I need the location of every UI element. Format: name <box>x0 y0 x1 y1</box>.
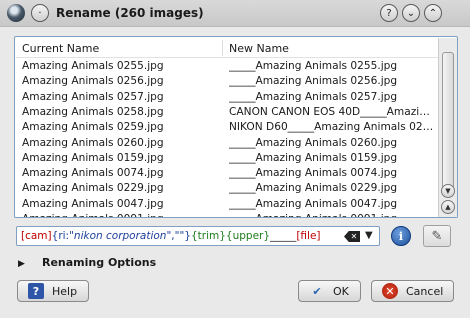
current-name-cell: Amazing Animals 0259.jpg <box>22 121 164 134</box>
question-icon: ? <box>386 7 392 19</box>
help-book-icon: ? <box>28 283 44 299</box>
new-name-cell: _____Amazing Animals 0091.jpg <box>229 213 435 217</box>
column-header-new[interactable]: New Name <box>229 42 289 55</box>
vertical-scrollbar[interactable]: ▼ ▲ <box>438 38 457 217</box>
current-name-cell: Amazing Animals 0260.jpg <box>22 136 164 149</box>
table-row[interactable]: Amazing Animals 0255.jpg _____Amazing Ani… <box>16 59 438 74</box>
current-name-cell: Amazing Animals 0258.jpg <box>22 105 164 118</box>
chevron-down-icon[interactable]: ▼ <box>365 230 373 241</box>
table-row[interactable]: Amazing Animals 0047.jpg _____Amazing Ani… <box>16 197 438 212</box>
table-row[interactable]: Amazing Animals 0091.jpg _____Amazing Ani… <box>16 212 438 217</box>
help-button[interactable]: ? Help <box>17 280 89 302</box>
edit-pattern-button[interactable]: ✎ <box>423 225 451 247</box>
new-name-cell: _____Amazing Animals 0047.jpg <box>229 197 398 210</box>
chevron-down-icon: ▼ <box>445 187 451 195</box>
rename-list[interactable]: Current Name New Name Amazing Animals 02… <box>14 36 458 218</box>
app-icon[interactable] <box>7 4 25 22</box>
pattern-text[interactable]: [cam]{ri:"nikon corporation",""}{trim}{u… <box>21 230 321 242</box>
renaming-options-label: Renaming Options <box>42 256 157 269</box>
chevron-up-icon: ▲ <box>445 203 451 211</box>
table-row[interactable]: Amazing Animals 0258.jpg CANON CANON EOS … <box>16 105 438 120</box>
renaming-options-expander[interactable]: ▶ Renaming Options <box>18 256 156 269</box>
help-button-label: Help <box>52 284 78 298</box>
current-name-cell: Amazing Animals 0091.jpg <box>22 213 164 217</box>
rename-pattern-input[interactable]: [cam]{ri:"nikon corporation",""}{trim}{u… <box>16 226 380 246</box>
table-row[interactable]: Amazing Animals 0260.jpg _____Amazing Ani… <box>16 136 438 151</box>
column-header-current[interactable]: Current Name <box>22 42 99 55</box>
info-icon: i <box>398 229 404 243</box>
new-name-cell: _____Amazing Animals 0257.jpg <box>229 90 398 103</box>
pattern-token: {ri: <box>51 230 70 242</box>
expand-arrow-icon: ▶ <box>18 259 25 269</box>
pattern-token: "nikon corporation" <box>69 230 172 242</box>
cancel-button[interactable]: ✕ Cancel <box>371 280 454 302</box>
pattern-token: ,""} <box>171 230 191 242</box>
cancel-button-label: Cancel <box>406 284 444 298</box>
list-rows: Amazing Animals 0255.jpg _____Amazing Ani… <box>16 59 438 217</box>
current-name-cell: Amazing Animals 0047.jpg <box>22 197 164 210</box>
scroll-down-button[interactable]: ▼ <box>441 184 455 198</box>
new-name-cell: _____Amazing Animals 0074.jpg <box>229 167 398 180</box>
window-title: Rename (260 images) <box>56 6 204 20</box>
table-row[interactable]: Amazing Animals 0229.jpg _____Amazing Ani… <box>16 181 438 196</box>
current-name-cell: Amazing Animals 0257.jpg <box>22 90 164 103</box>
new-name-cell: _____Amazing Animals 0229.jpg <box>229 182 398 195</box>
table-row[interactable]: Amazing Animals 0259.jpg NIKON D60_____Am… <box>16 120 438 135</box>
window-menu-button[interactable]: · <box>31 4 49 22</box>
new-name-cell: _____Amazing Animals 0159.jpg <box>229 151 398 164</box>
new-name-cell: _____Amazing Animals 0256.jpg <box>229 75 398 88</box>
clear-icon[interactable]: ✕ <box>344 231 360 242</box>
pattern-token: _____ <box>270 230 297 242</box>
pencil-icon: ✎ <box>431 228 443 244</box>
table-row[interactable]: Amazing Animals 0256.jpg _____Amazing Ani… <box>16 74 438 89</box>
checkmark-icon: ✔ <box>312 284 322 298</box>
current-name-cell: Amazing Animals 0256.jpg <box>22 75 164 88</box>
table-row[interactable]: Amazing Animals 0074.jpg _____Amazing Ani… <box>16 166 438 181</box>
info-button[interactable]: i <box>391 226 411 246</box>
chevron-up-icon: ⌃ <box>428 7 438 19</box>
column-divider[interactable] <box>222 40 223 56</box>
pattern-token: [cam] <box>21 230 52 242</box>
current-name-cell: Amazing Animals 0229.jpg <box>22 182 164 195</box>
ok-button-label: OK <box>333 284 349 298</box>
menu-dot-icon: · <box>38 7 42 19</box>
current-name-cell: Amazing Animals 0074.jpg <box>22 167 164 180</box>
ok-button[interactable]: ✔ OK <box>298 280 361 302</box>
scrollbar-thumb[interactable] <box>442 52 454 192</box>
chevron-down-icon: ⌄ <box>406 7 416 19</box>
current-name-cell: Amazing Animals 0255.jpg <box>22 60 164 72</box>
pattern-token: [file] <box>296 230 321 242</box>
new-name-cell: _____Amazing Animals 0255.jpg <box>229 60 398 72</box>
scroll-up-button[interactable]: ▲ <box>441 200 455 214</box>
title-bar: · Rename (260 images) ? ⌄ ⌃ <box>0 0 470 27</box>
table-row[interactable]: Amazing Animals 0159.jpg _____Amazing Ani… <box>16 151 438 166</box>
table-row[interactable]: Amazing Animals 0257.jpg _____Amazing Ani… <box>16 90 438 105</box>
new-name-cell: _____Amazing Animals 0260.jpg <box>229 136 398 149</box>
list-header: Current Name New Name <box>16 38 438 58</box>
pattern-token: {trim}{upper} <box>190 230 271 242</box>
cancel-icon: ✕ <box>382 283 398 299</box>
maximize-button[interactable]: ⌃ <box>424 4 442 22</box>
new-name-cell: CANON CANON EOS 40D_____Amazin... <box>229 105 435 118</box>
current-name-cell: Amazing Animals 0159.jpg <box>22 151 164 164</box>
new-name-cell: NIKON D60_____Amazing Animals 025... <box>229 121 435 134</box>
help-title-button[interactable]: ? <box>380 4 398 22</box>
minimize-button[interactable]: ⌄ <box>402 4 420 22</box>
